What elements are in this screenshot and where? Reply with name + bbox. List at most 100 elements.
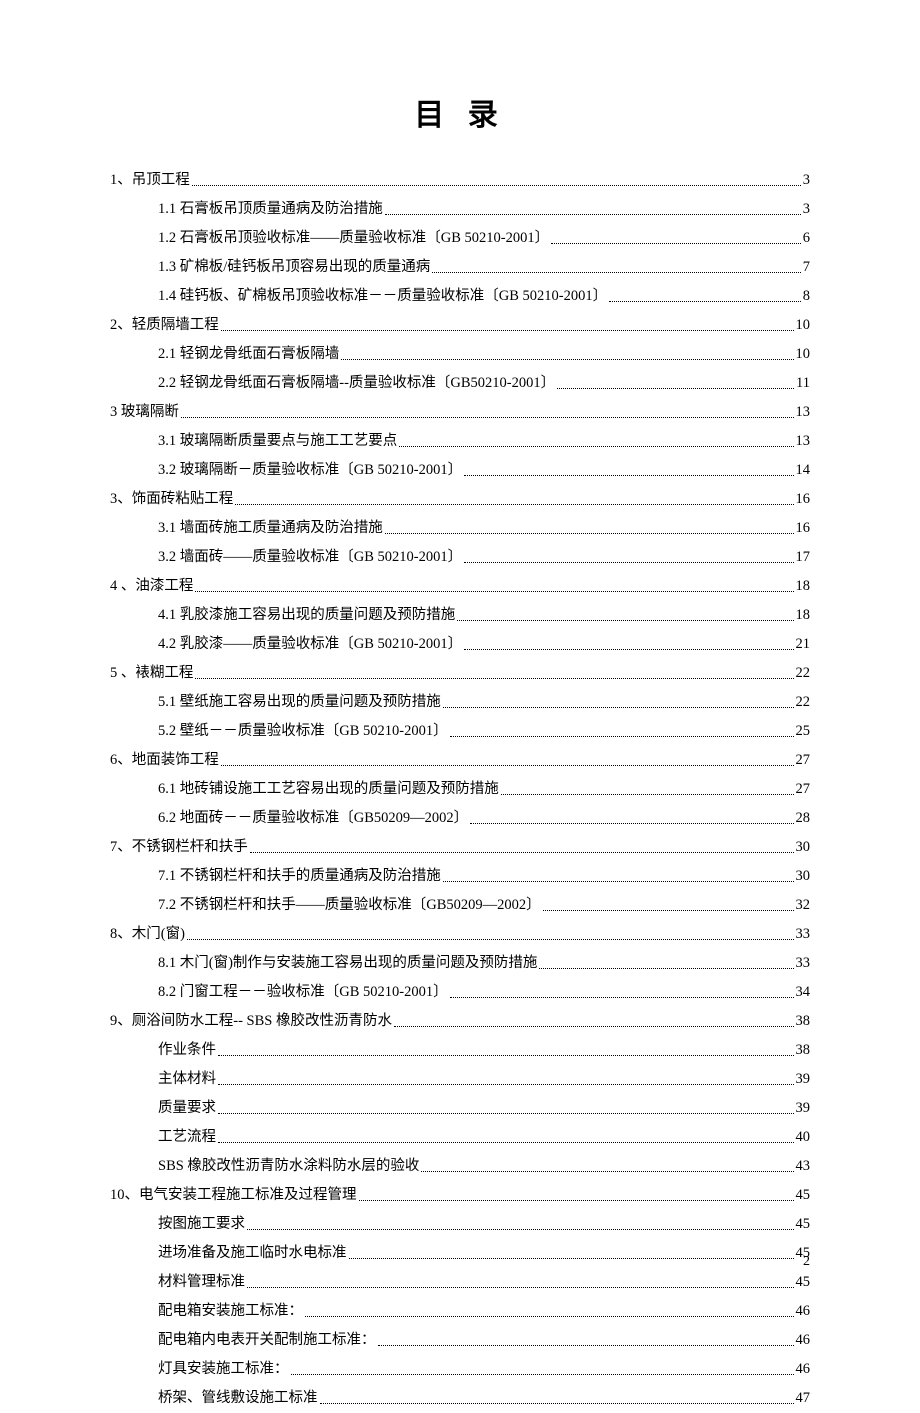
toc-entry[interactable]: 5 、裱糊工程 22 bbox=[110, 659, 810, 688]
toc-entry[interactable]: 3、饰面砖粘贴工程 16 bbox=[110, 485, 810, 514]
toc-entry-label: 3.1 墙面砖施工质量通病及防治措施 bbox=[158, 514, 383, 543]
toc-entry[interactable]: 质量要求39 bbox=[110, 1094, 810, 1123]
toc-leader-dots bbox=[557, 388, 794, 389]
toc-entry-label: 主体材料 bbox=[158, 1065, 216, 1094]
toc-entry-page: 18 bbox=[796, 601, 811, 630]
toc-leader-dots bbox=[192, 185, 801, 186]
toc-entry[interactable]: 6.2 地面砖－－质量验收标准〔GB50209—2002〕28 bbox=[110, 804, 810, 833]
toc-title: 目 录 bbox=[110, 90, 810, 134]
toc-entry-page: 25 bbox=[796, 717, 811, 746]
toc-entry-page: 7 bbox=[803, 253, 810, 282]
toc-entry[interactable]: 进场准备及施工临时水电标准45 bbox=[110, 1239, 810, 1268]
page-number: 2 bbox=[803, 1254, 810, 1270]
toc-entry[interactable]: 配电箱安装施工标准：46 bbox=[110, 1297, 810, 1326]
toc-entry-page: 38 bbox=[796, 1007, 811, 1036]
toc-entry-page: 46 bbox=[796, 1326, 811, 1355]
toc-entry-page: 30 bbox=[796, 833, 811, 862]
toc-entry-label: 6、地面装饰工程 bbox=[110, 746, 219, 775]
toc-entry[interactable]: 3.2 玻璃隔断－质量验收标准〔GB 50210-2001〕14 bbox=[110, 456, 810, 485]
toc-entry[interactable]: 8.1 木门(窗)制作与安装施工容易出现的质量问题及预防措施33 bbox=[110, 949, 810, 978]
toc-entry-label: 作业条件 bbox=[158, 1036, 216, 1065]
toc-entry-label: 7、不锈钢栏杆和扶手 bbox=[110, 833, 248, 862]
toc-entry[interactable]: 2、轻质隔墙工程10 bbox=[110, 311, 810, 340]
toc-entry-label: 4.1 乳胶漆施工容易出现的质量问题及预防措施 bbox=[158, 601, 455, 630]
toc-entry-page: 16 bbox=[796, 514, 811, 543]
toc-entry-page: 22 bbox=[796, 659, 811, 688]
toc-leader-dots bbox=[432, 272, 800, 273]
toc-entry-page: 40 bbox=[796, 1123, 811, 1152]
toc-entry[interactable]: 3.2 墙面砖——质量验收标准〔GB 50210-2001〕17 bbox=[110, 543, 810, 572]
toc-entry[interactable]: 1.1 石膏板吊顶质量通病及防治措施3 bbox=[110, 195, 810, 224]
toc-entry[interactable]: 灯具安装施工标准：46 bbox=[110, 1355, 810, 1384]
toc-entry[interactable]: 2.1 轻钢龙骨纸面石膏板隔墙10 bbox=[110, 340, 810, 369]
toc-leader-dots bbox=[457, 620, 793, 621]
toc-leader-dots bbox=[349, 1258, 794, 1259]
toc-entry-label: 3、饰面砖粘贴工程 bbox=[110, 485, 233, 514]
toc-entry[interactable]: 6、地面装饰工程27 bbox=[110, 746, 810, 775]
toc-entry[interactable]: 1、吊顶工程3 bbox=[110, 166, 810, 195]
table-of-contents: 1、吊顶工程31.1 石膏板吊顶质量通病及防治措施31.2 石膏板吊顶验收标准—… bbox=[110, 166, 810, 1413]
toc-entry-label: 5.2 壁纸－－质量验收标准〔GB 50210-2001〕 bbox=[158, 717, 448, 746]
toc-entry-label: 1.2 石膏板吊顶验收标准——质量验收标准〔GB 50210-2001〕 bbox=[158, 224, 549, 253]
toc-leader-dots bbox=[421, 1171, 793, 1172]
toc-leader-dots bbox=[341, 359, 793, 360]
toc-entry-page: 33 bbox=[796, 949, 811, 978]
toc-entry-page: 33 bbox=[796, 920, 811, 949]
toc-entry-page: 46 bbox=[796, 1297, 811, 1326]
toc-entry-page: 34 bbox=[796, 978, 811, 1007]
toc-entry[interactable]: 主体材料39 bbox=[110, 1065, 810, 1094]
toc-leader-dots bbox=[450, 997, 794, 998]
toc-entry-page: 18 bbox=[796, 572, 811, 601]
toc-entry-label: 1、吊顶工程 bbox=[110, 166, 190, 195]
toc-entry[interactable]: 3.1 玻璃隔断质量要点与施工工艺要点13 bbox=[110, 427, 810, 456]
toc-leader-dots bbox=[235, 504, 793, 505]
toc-leader-dots bbox=[399, 446, 793, 447]
toc-entry-page: 13 bbox=[796, 398, 811, 427]
toc-leader-dots bbox=[501, 794, 794, 795]
toc-entry[interactable]: 7.2 不锈钢栏杆和扶手——质量验收标准〔GB50209—2002〕32 bbox=[110, 891, 810, 920]
toc-entry[interactable]: 1.2 石膏板吊顶验收标准——质量验收标准〔GB 50210-2001〕6 bbox=[110, 224, 810, 253]
toc-entry-label: 6.1 地砖铺设施工工艺容易出现的质量问题及预防措施 bbox=[158, 775, 499, 804]
toc-entry[interactable]: 工艺流程40 bbox=[110, 1123, 810, 1152]
toc-entry[interactable]: 1.3 矿棉板/硅钙板吊顶容易出现的质量通病7 bbox=[110, 253, 810, 282]
toc-leader-dots bbox=[221, 330, 794, 331]
toc-entry-label: 按图施工要求 bbox=[158, 1210, 245, 1239]
toc-entry[interactable]: 10、电气安装工程施工标准及过程管理45 bbox=[110, 1181, 810, 1210]
toc-leader-dots bbox=[195, 591, 793, 592]
toc-entry[interactable]: 3.1 墙面砖施工质量通病及防治措施 16 bbox=[110, 514, 810, 543]
toc-entry-label: 1.1 石膏板吊顶质量通病及防治措施 bbox=[158, 195, 383, 224]
toc-entry[interactable]: 4.1 乳胶漆施工容易出现的质量问题及预防措施 18 bbox=[110, 601, 810, 630]
toc-entry-label: 5 、裱糊工程 bbox=[110, 659, 193, 688]
toc-leader-dots bbox=[250, 852, 794, 853]
toc-entry-label: 2、轻质隔墙工程 bbox=[110, 311, 219, 340]
toc-entry-page: 8 bbox=[803, 282, 810, 311]
toc-leader-dots bbox=[195, 678, 793, 679]
toc-entry[interactable]: 4 、油漆工程18 bbox=[110, 572, 810, 601]
toc-entry[interactable]: 作业条件38 bbox=[110, 1036, 810, 1065]
toc-entry[interactable]: 5.1 壁纸施工容易出现的质量问题及预防措施22 bbox=[110, 688, 810, 717]
toc-entry-page: 16 bbox=[796, 485, 811, 514]
toc-entry-page: 13 bbox=[796, 427, 811, 456]
toc-entry[interactable]: 8.2 门窗工程－－验收标准〔GB 50210-2001〕34 bbox=[110, 978, 810, 1007]
toc-entry[interactable]: SBS 橡胶改性沥青防水涂料防水层的验收43 bbox=[110, 1152, 810, 1181]
toc-entry[interactable]: 3 玻璃隔断13 bbox=[110, 398, 810, 427]
toc-entry[interactable]: 2.2 轻钢龙骨纸面石膏板隔墙--质量验收标准〔GB50210-2001〕11 bbox=[110, 369, 810, 398]
toc-entry[interactable]: 4.2 乳胶漆——质量验收标准〔GB 50210-2001〕21 bbox=[110, 630, 810, 659]
toc-entry[interactable]: 5.2 壁纸－－质量验收标准〔GB 50210-2001〕 25 bbox=[110, 717, 810, 746]
toc-leader-dots bbox=[385, 214, 801, 215]
toc-entry-page: 47 bbox=[796, 1384, 811, 1413]
toc-leader-dots bbox=[443, 707, 794, 708]
toc-entry[interactable]: 配电箱内电表开关配制施工标准：46 bbox=[110, 1326, 810, 1355]
toc-entry[interactable]: 9、厕浴间防水工程-- SBS 橡胶改性沥青防水38 bbox=[110, 1007, 810, 1036]
toc-entry-page: 28 bbox=[796, 804, 811, 833]
toc-entry[interactable]: 1.4 硅钙板、矿棉板吊顶验收标准－－质量验收标准〔GB 50210-2001〕… bbox=[110, 282, 810, 311]
toc-leader-dots bbox=[305, 1316, 794, 1317]
toc-entry[interactable]: 7、不锈钢栏杆和扶手 30 bbox=[110, 833, 810, 862]
toc-entry[interactable]: 按图施工要求45 bbox=[110, 1210, 810, 1239]
toc-entry[interactable]: 7.1 不锈钢栏杆和扶手的质量通病及防治措施30 bbox=[110, 862, 810, 891]
toc-entry[interactable]: 6.1 地砖铺设施工工艺容易出现的质量问题及预防措施27 bbox=[110, 775, 810, 804]
toc-entry[interactable]: 桥架、管线敷设施工标准47 bbox=[110, 1384, 810, 1413]
toc-entry[interactable]: 8、木门(窗)33 bbox=[110, 920, 810, 949]
toc-leader-dots bbox=[218, 1055, 794, 1056]
toc-entry[interactable]: 材料管理标准45 bbox=[110, 1268, 810, 1297]
